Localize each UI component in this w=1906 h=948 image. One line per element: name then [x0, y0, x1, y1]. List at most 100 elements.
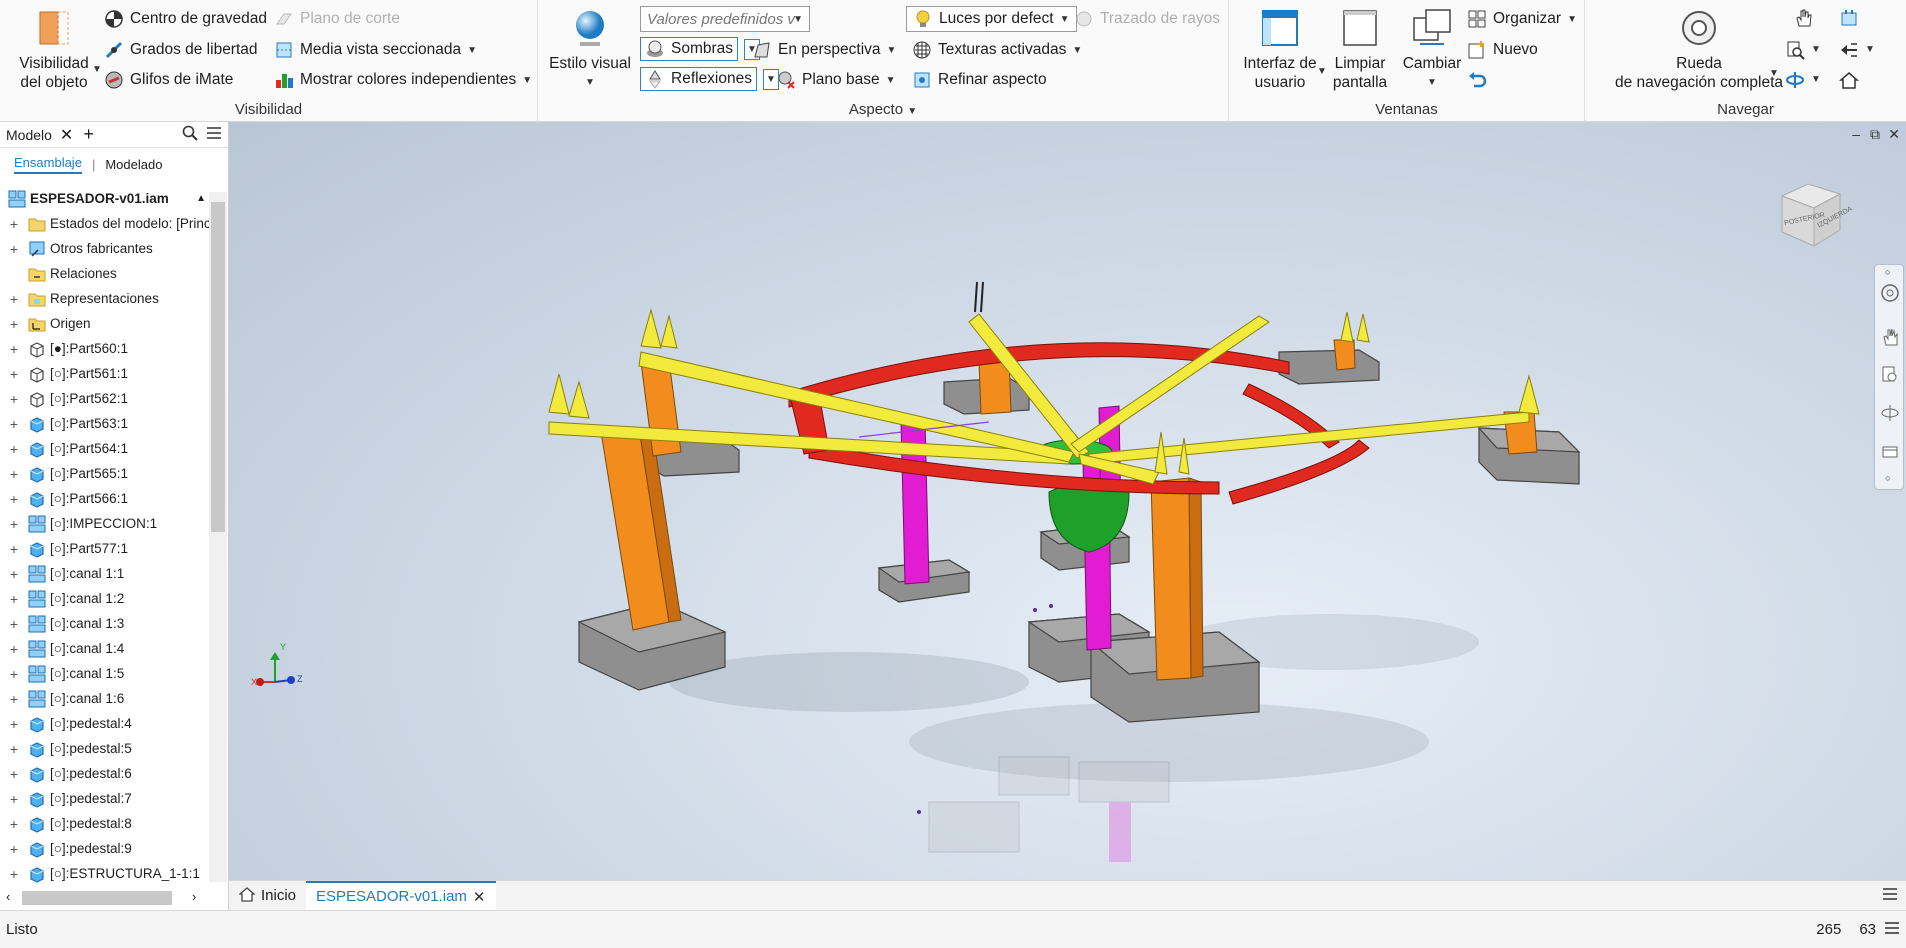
- full-nav-wheel-button[interactable]: Rueda de navegación completa: [1599, 8, 1799, 92]
- add-icon[interactable]: +: [83, 124, 94, 145]
- model-render[interactable]: [229, 122, 1906, 880]
- navbar-orbit-icon[interactable]: [1880, 403, 1900, 427]
- scroll-thumb[interactable]: [211, 202, 225, 532]
- tree-item[interactable]: + [○]:Part565:1: [0, 461, 210, 486]
- expand-icon[interactable]: +: [6, 541, 22, 557]
- tree-item[interactable]: + [○]:canal 1:1: [0, 561, 210, 586]
- home-view-icon[interactable]: [1839, 70, 1859, 90]
- tab-active-document[interactable]: ESPESADOR-v01.iam ✕: [306, 880, 496, 911]
- orbit-icon[interactable]: [1785, 70, 1805, 90]
- expand-icon[interactable]: +: [6, 441, 22, 457]
- presets-caret-icon[interactable]: ▼: [793, 14, 803, 25]
- expand-icon[interactable]: +: [6, 566, 22, 582]
- tabs-menu-icon[interactable]: [1882, 887, 1898, 905]
- expand-icon[interactable]: +: [6, 466, 22, 482]
- browser-horizontal-scrollbar[interactable]: ‹ ›: [0, 886, 209, 910]
- switch-window-button[interactable]: Cambiar ▼: [1397, 8, 1467, 92]
- tree-item[interactable]: + [○]:canal 1:2: [0, 586, 210, 611]
- navbar-zoom-icon[interactable]: [1880, 365, 1900, 389]
- clean-screen-button[interactable]: Limpiar pantalla: [1325, 8, 1395, 92]
- view-face-icon[interactable]: [1839, 8, 1859, 28]
- tree-item[interactable]: + Otros fabricantes: [0, 236, 210, 261]
- tree-item[interactable]: + [○]:pedestal:5: [0, 736, 210, 761]
- expand-icon[interactable]: +: [6, 241, 22, 257]
- tree-item[interactable]: Relaciones: [0, 261, 210, 286]
- tree-item[interactable]: + Origen: [0, 311, 210, 336]
- tree-item[interactable]: + [○]:pedestal:4: [0, 711, 210, 736]
- expand-icon[interactable]: +: [6, 516, 22, 532]
- shadows-button[interactable]: Sombras ▼: [640, 37, 760, 61]
- search-icon[interactable]: [182, 125, 198, 144]
- expand-icon[interactable]: +: [6, 716, 22, 732]
- expand-icon[interactable]: +: [6, 291, 22, 307]
- expand-icon[interactable]: +: [6, 641, 22, 657]
- tree-item[interactable]: + [○]:canal 1:6: [0, 686, 210, 711]
- presets-combo[interactable]: Valores predefinidos v ▼: [640, 6, 810, 32]
- expand-icon[interactable]: +: [6, 616, 22, 632]
- expand-icon[interactable]: +: [6, 766, 22, 782]
- tree-item[interactable]: + Estados del modelo: [Princi: [0, 211, 210, 236]
- tree-item[interactable]: + [○]:Part562:1: [0, 386, 210, 411]
- lights-caret-icon[interactable]: ▼: [1060, 14, 1070, 25]
- tree-item[interactable]: + [●]:Part560:1: [0, 336, 210, 361]
- tree-root[interactable]: ESPESADOR-v01.iam ▲: [0, 186, 210, 211]
- tree-item[interactable]: + [○]:Part563:1: [0, 411, 210, 436]
- tree-item[interactable]: + [○]:Part561:1: [0, 361, 210, 386]
- ground-plane-button[interactable]: Plano base ▼: [776, 70, 895, 90]
- cut-plane-button[interactable]: Plano de corte: [274, 9, 400, 29]
- object-visibility-caret-icon[interactable]: ▼: [92, 64, 102, 75]
- navbar-wheel-icon[interactable]: [1880, 283, 1900, 307]
- previous-view-caret-icon[interactable]: ▼: [1865, 44, 1875, 55]
- zoom-icon[interactable]: [1785, 40, 1805, 60]
- expand-icon[interactable]: +: [6, 416, 22, 432]
- tree-item[interactable]: + [○]:pedestal:7: [0, 786, 210, 811]
- navbar-expand-icon[interactable]: ○: [1885, 473, 1890, 483]
- tree-item[interactable]: + [○]:pedestal:8: [0, 811, 210, 836]
- show-colors-caret-icon[interactable]: ▼: [522, 75, 532, 86]
- navbar-close-icon[interactable]: ○: [1885, 267, 1890, 277]
- textures-button[interactable]: Texturas activadas ▼: [912, 40, 1082, 60]
- perspective-button[interactable]: En perspectiva ▼: [752, 40, 896, 60]
- show-colors-button[interactable]: Mostrar colores independientes ▼: [274, 70, 532, 90]
- appearance-panel-title[interactable]: Aspecto ▼: [538, 101, 1228, 118]
- refine-button[interactable]: Refinar aspecto: [912, 70, 1047, 90]
- reflections-box[interactable]: Reflexiones: [640, 67, 757, 91]
- tree-item[interactable]: + [○]:canal 1:3: [0, 611, 210, 636]
- expand-icon[interactable]: +: [6, 591, 22, 607]
- tree-item[interactable]: + Representaciones: [0, 286, 210, 311]
- expand-icon[interactable]: +: [6, 666, 22, 682]
- expand-icon[interactable]: +: [6, 741, 22, 757]
- tree-item[interactable]: + [○]:IMPECCION:1: [0, 511, 210, 536]
- center-gravity-button[interactable]: Centro de gravedad: [104, 9, 267, 29]
- expand-icon[interactable]: +: [6, 316, 22, 332]
- expand-icon[interactable]: +: [6, 866, 22, 882]
- navbar-lookat-icon[interactable]: [1880, 441, 1900, 465]
- scroll-right-icon[interactable]: ›: [192, 889, 196, 904]
- browser-tab-model[interactable]: Modelo: [6, 127, 52, 143]
- tree-item[interactable]: + [○]:canal 1:5: [0, 661, 210, 686]
- perspective-caret-icon[interactable]: ▼: [887, 45, 897, 56]
- shadows-box[interactable]: Sombras: [640, 37, 739, 61]
- menu-icon[interactable]: [206, 126, 222, 143]
- navbar-pan-icon[interactable]: [1880, 327, 1900, 351]
- tree-item[interactable]: + [○]:pedestal:6: [0, 761, 210, 786]
- view-cube[interactable]: POSTERIOR IZQUIERDA: [1778, 180, 1854, 250]
- h-scroll-thumb[interactable]: [22, 891, 172, 905]
- tab-home[interactable]: Inicio: [229, 881, 306, 911]
- tree-item[interactable]: + [○]:Part566:1: [0, 486, 210, 511]
- reflections-button[interactable]: Reflexiones ▼: [640, 67, 779, 91]
- expand-icon[interactable]: +: [6, 841, 22, 857]
- close-icon[interactable]: ✕: [1888, 126, 1900, 143]
- ground-plane-caret-icon[interactable]: ▼: [886, 75, 896, 86]
- status-menu-icon[interactable]: [1884, 921, 1900, 939]
- graphics-viewport[interactable]: – ⧉ ✕ POSTERIOR IZQUIERDA ○ ○ Y X Z: [229, 122, 1906, 880]
- visual-style-button[interactable]: Estilo visual ▼: [548, 8, 632, 92]
- orbit-caret-icon[interactable]: ▼: [1811, 74, 1821, 85]
- new-window-button[interactable]: Nuevo: [1467, 40, 1538, 60]
- arrange-caret-icon[interactable]: ▼: [1567, 14, 1577, 25]
- user-interface-button[interactable]: Interfaz de usuario: [1237, 8, 1323, 92]
- expand-icon[interactable]: +: [6, 391, 22, 407]
- close-icon[interactable]: ✕: [60, 125, 73, 145]
- tree-item[interactable]: + [○]:pedestal:9: [0, 836, 210, 861]
- expand-icon[interactable]: +: [6, 216, 22, 232]
